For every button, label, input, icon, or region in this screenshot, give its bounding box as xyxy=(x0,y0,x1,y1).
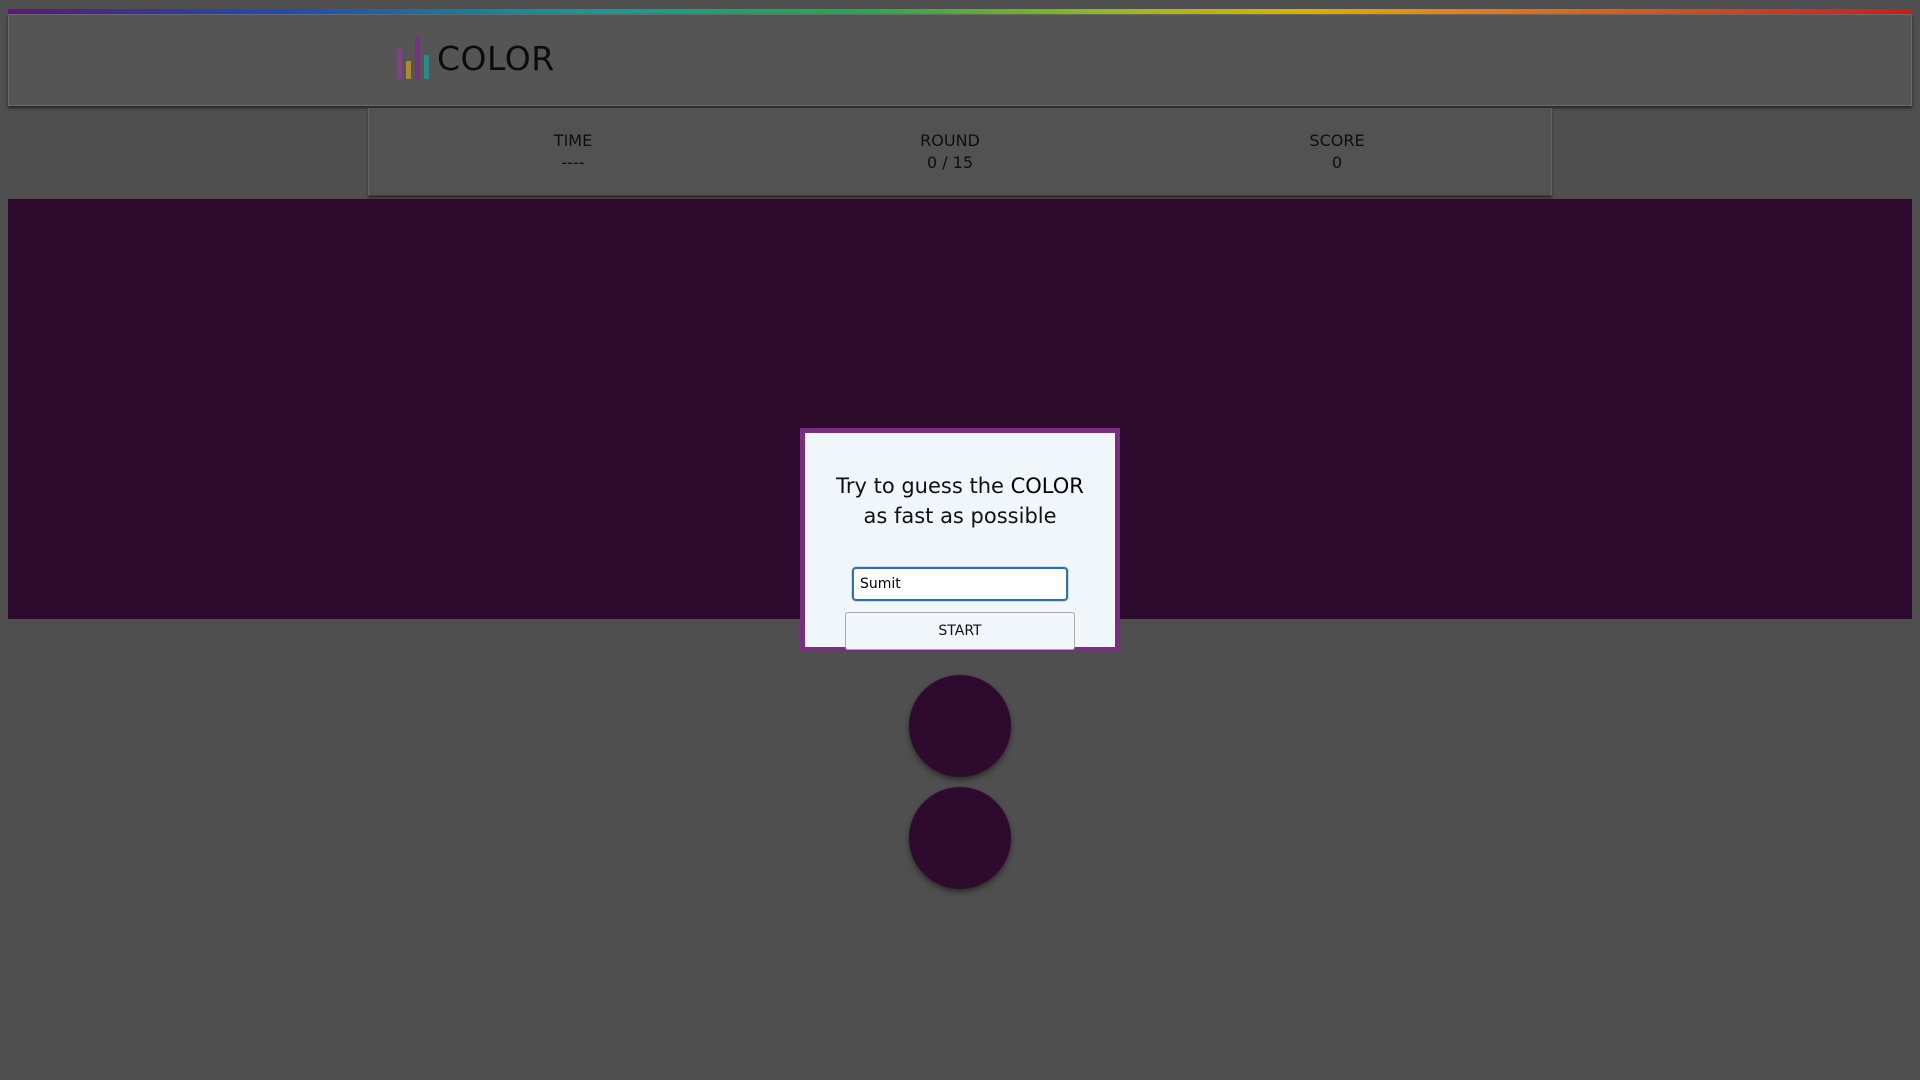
start-button[interactable]: START xyxy=(845,612,1075,650)
round-value: 0 / 15 xyxy=(926,153,974,172)
instructions-color-word: COLOR xyxy=(1010,474,1084,498)
bar-chart-icon xyxy=(397,37,429,79)
header: COLOR xyxy=(8,14,1912,106)
stat-time: TIME ---- xyxy=(493,130,653,174)
instructions-line2: as fast as possible xyxy=(863,504,1057,528)
app-title: COLOR xyxy=(437,39,555,78)
game-page: COLOR TIME ---- ROUND 0 / 15 SCORE 0 Try… xyxy=(0,0,1920,1080)
color-option-circle[interactable] xyxy=(909,675,1011,777)
logo: COLOR xyxy=(397,35,555,79)
start-modal: Try to guess the COLOR as fast as possib… xyxy=(800,428,1120,652)
instructions-text: Try to guess the COLOR as fast as possib… xyxy=(805,471,1115,531)
time-value: ---- xyxy=(561,153,585,172)
stats-bar: TIME ---- ROUND 0 / 15 SCORE 0 xyxy=(368,108,1552,196)
score-value: 0 xyxy=(1331,153,1343,172)
name-input[interactable] xyxy=(852,567,1068,601)
time-label: TIME xyxy=(553,131,593,150)
stat-round: ROUND 0 / 15 xyxy=(870,130,1030,174)
round-label: ROUND xyxy=(920,131,980,150)
instructions-prefix: Try to guess the xyxy=(836,474,1011,498)
color-option-circle[interactable] xyxy=(909,787,1011,889)
stat-score: SCORE 0 xyxy=(1257,130,1417,174)
score-label: SCORE xyxy=(1309,131,1365,150)
